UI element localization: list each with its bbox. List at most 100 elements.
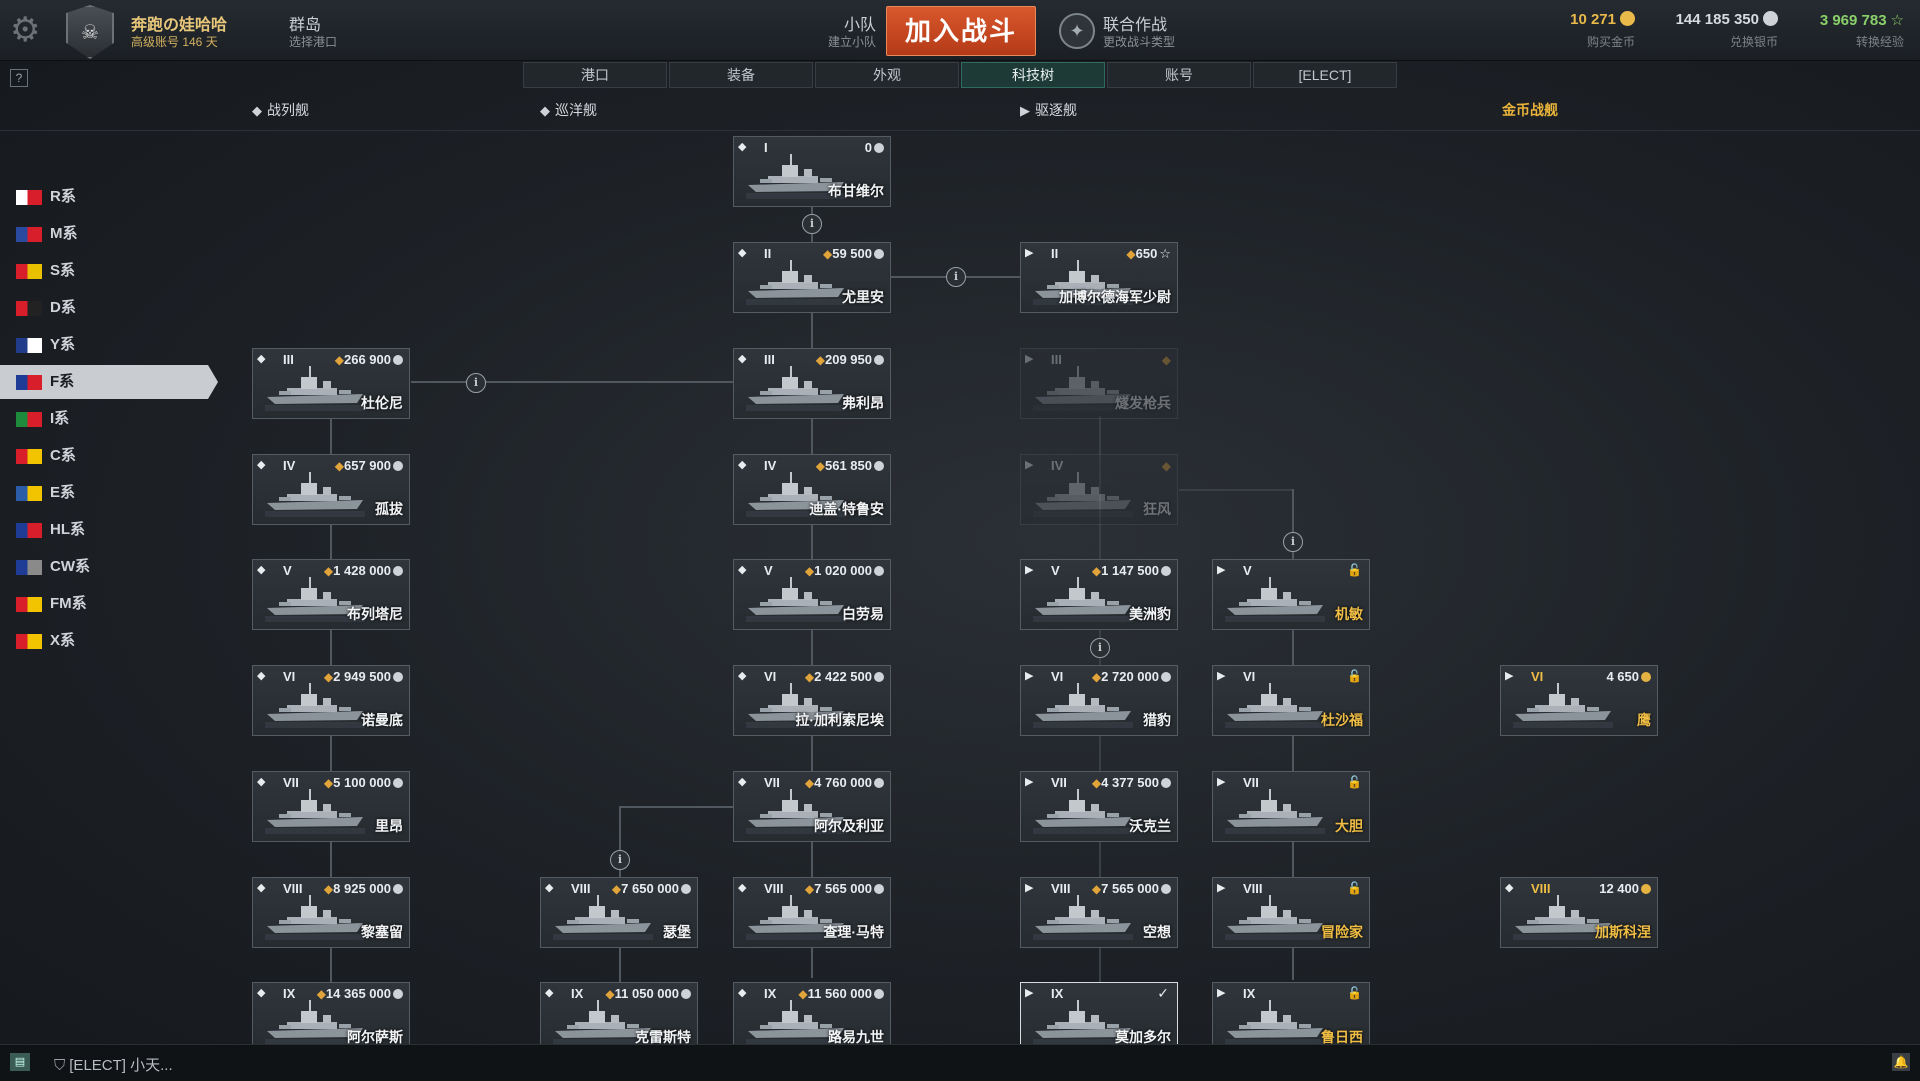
nation-item[interactable]: D系 [0,291,218,325]
ship-card[interactable]: ▶ VI 4 650 鹰 [1500,665,1658,736]
nation-item[interactable]: I系 [0,402,218,436]
clan-chat-label[interactable]: ⛉ [ELECT] 小天... [54,1054,173,1075]
rank-emblem-icon[interactable]: ☠ [66,5,114,59]
ship-card[interactable]: ▶ VIII 🔓 冒险家 [1212,877,1370,948]
nation-item[interactable]: X系 [0,624,218,658]
ship-silhouette-icon [1033,577,1133,622]
lock-icon: 🔓 [1347,775,1362,789]
ship-name: 燧发枪兵 [1115,395,1171,411]
silver-coin-icon [874,884,884,894]
ship-card[interactable]: ◆ VIII ◆7 565 000 查理·马特 [733,877,891,948]
notification-bell-icon[interactable]: 🔔 [1892,1053,1910,1071]
tab-clan[interactable]: [ELECT] [1253,62,1397,88]
free-xp-balance[interactable]: 3 969 783 ☆ [1790,11,1904,29]
battle-button[interactable]: 加入战斗 [886,6,1036,56]
ship-card[interactable]: ▶ II ◆650 ☆ 加博尔德海军少尉 [1020,242,1178,313]
info-icon[interactable]: i [1090,638,1110,658]
silver-coin-icon [1161,884,1171,894]
info-icon[interactable]: i [802,214,822,234]
silver-coin-icon [874,143,884,153]
ship-class-icon: ◆ [257,670,266,682]
ship-card[interactable]: ◆ I 0 布甘维尔 [733,136,891,207]
ship-card[interactable]: ◆ IX ◆11 560 000 路易九世 [733,982,891,1053]
ship-card[interactable]: ▶ III ◆ 燧发枪兵 [1020,348,1178,419]
ship-card[interactable]: ▶ IX ✓ 莫加多尔 [1020,982,1178,1053]
ship-card[interactable]: ◆ VII ◆4 760 000 阿尔及利亚 [733,771,891,842]
nation-item[interactable]: Y系 [0,328,218,362]
squad-button[interactable]: 小队 [808,11,876,35]
ship-card[interactable]: ◆ VIII ◆8 925 000 黎塞留 [252,877,410,948]
tab-port[interactable]: 港口 [523,62,667,88]
nation-item[interactable]: F系 [0,365,218,399]
ship-card[interactable]: ▶ IX 🔓 鲁日西 [1212,982,1370,1053]
ship-class-icon: ▶ [1025,882,1034,894]
ship-name: 弗利昂 [842,395,884,411]
battle-type-icon[interactable]: ✦ [1059,13,1095,49]
tab-tech-tree[interactable]: 科技树 [961,62,1105,88]
exchange-silver-label[interactable]: 兑换银币 [1640,33,1778,50]
ship-card[interactable]: ◆ III ◆266 900 杜伦尼 [252,348,410,419]
ship-card[interactable]: ▶ VI ◆2 720 000 猎豹 [1020,665,1178,736]
buy-gold-label[interactable]: 购买金币 [1545,33,1635,50]
nation-item[interactable]: CW系 [0,550,218,584]
tab-exterior[interactable]: 外观 [815,62,959,88]
ship-card[interactable]: ▶ V 🔓 机敏 [1212,559,1370,630]
nation-item[interactable]: E系 [0,476,218,510]
tab-equipment[interactable]: 装备 [669,62,813,88]
ship-class-icon: ◆ [738,353,747,365]
ship-card[interactable]: ◆ IX ◆11 050 000 克雷斯特 [540,982,698,1053]
info-icon[interactable]: i [1283,532,1303,552]
nation-item[interactable]: M系 [0,217,218,251]
ship-tier: II [1051,246,1059,261]
chat-icon[interactable]: ▤ [10,1053,30,1071]
player-name[interactable]: 奔跑の娃哈哈 [131,11,227,35]
ship-card[interactable]: ◆ VII ◆5 100 000 里昂 [252,771,410,842]
ship-card[interactable]: ◆ V ◆1 428 000 布列塔尼 [252,559,410,630]
lock-icon: 🔓 [1347,881,1362,895]
nation-flag-icon [16,523,42,538]
info-icon[interactable]: i [610,850,630,870]
price-tag-icon: ◆ [334,353,344,367]
ship-card[interactable]: ◆ II ◆59 500 尤里安 [733,242,891,313]
ship-card[interactable]: ◆ VIII ◆7 650 000 瑟堡 [540,877,698,948]
gold-balance[interactable]: 10 271 [1545,11,1635,28]
port-selector-title[interactable]: 群岛 [289,11,321,35]
ship-card[interactable]: ▶ VII 🔓 大胆 [1212,771,1370,842]
ship-tier: III [1051,352,1062,367]
nation-item[interactable]: S系 [0,254,218,288]
nation-item[interactable]: R系 [0,180,218,214]
ship-card[interactable]: ◆ IX ◆14 365 000 阿尔萨斯 [252,982,410,1053]
battle-type-title[interactable]: 联合作战 [1103,11,1167,35]
tab-account[interactable]: 账号 [1107,62,1251,88]
nation-item[interactable]: C系 [0,439,218,473]
help-icon[interactable]: ? [10,69,28,87]
star-icon: ☆ [1890,12,1904,29]
ship-card[interactable]: ◆ IV ◆657 900 孤拔 [252,454,410,525]
ship-card[interactable]: ▶ VII ◆4 377 500 沃克兰 [1020,771,1178,842]
info-icon[interactable]: i [946,267,966,287]
ship-name: 鹰 [1637,712,1651,728]
ship-card[interactable]: ▶ VIII ◆7 565 000 空想 [1020,877,1178,948]
silver-coin-icon [1161,566,1171,576]
silver-coin-icon [393,884,403,894]
nation-item[interactable]: FM系 [0,587,218,621]
nation-item[interactable]: HL系 [0,513,218,547]
ship-card[interactable]: ◆ VIII 12 400 加斯科涅 [1500,877,1658,948]
info-icon[interactable]: i [466,373,486,393]
ship-card[interactable]: ▶ VI 🔓 杜沙福 [1212,665,1370,736]
ship-card[interactable]: ◆ IV ◆561 850 迪盖·特鲁安 [733,454,891,525]
gear-icon[interactable]: ⚙ [10,12,50,48]
silver-balance[interactable]: 144 185 350 [1640,11,1778,28]
ship-card[interactable]: ◆ VI ◆2 949 500 诺曼底 [252,665,410,736]
silver-coin-icon [393,461,403,471]
ship-card[interactable]: ▶ V ◆1 147 500 美洲豹 [1020,559,1178,630]
ship-silhouette-icon [1225,1000,1325,1045]
ship-card[interactable]: ◆ VI ◆2 422 500 拉·加利索尼埃 [733,665,891,736]
ship-name: 机敏 [1335,606,1363,622]
ship-card[interactable]: ◆ V ◆1 020 000 白劳易 [733,559,891,630]
ship-card[interactable]: ▶ IV ◆ 狂风 [1020,454,1178,525]
ship-silhouette-icon [1513,683,1613,728]
ship-card[interactable]: ◆ III ◆209 950 弗利昂 [733,348,891,419]
bb-ca-link-line [411,381,733,383]
convert-xp-label[interactable]: 转换经验 [1790,33,1904,50]
